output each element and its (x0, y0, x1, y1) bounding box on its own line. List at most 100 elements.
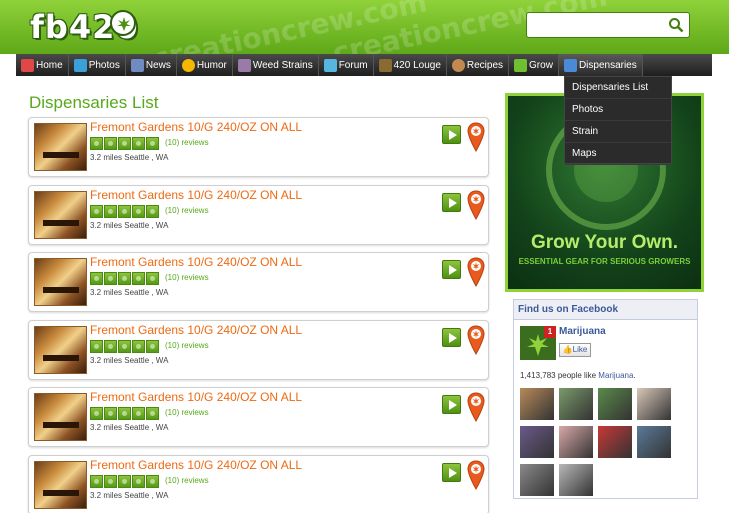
fan-avatar[interactable] (559, 464, 593, 496)
reviews-link[interactable]: (10) reviews (165, 273, 209, 282)
dispensary-listing[interactable]: Fremont Gardens 10/G 240/OZ ON ALL (10) r… (28, 454, 489, 513)
dispensary-thumbnail[interactable] (34, 123, 87, 171)
play-icon[interactable] (442, 327, 461, 347)
reviews-link[interactable]: (10) reviews (165, 408, 209, 417)
forum-icon (323, 58, 337, 72)
fan-avatar[interactable] (637, 426, 671, 458)
nav-item-forum[interactable]: Forum (319, 54, 374, 76)
reviews-link[interactable]: (10) reviews (165, 206, 209, 215)
rating-leaf-icon (104, 339, 117, 353)
dispensary-name[interactable]: Fremont Gardens 10/G 240/OZ ON ALL (90, 188, 302, 202)
reviews-link[interactable]: (10) reviews (165, 341, 209, 350)
dispensary-location: 3.2 miles Seattle , WA (90, 355, 169, 365)
fan-avatar[interactable] (598, 388, 632, 420)
reviews-link[interactable]: (10) reviews (165, 138, 209, 147)
play-icon[interactable] (442, 125, 461, 144)
dispensary-listing[interactable]: Fremont Gardens 10/G 240/OZ ON ALL (10) r… (28, 252, 489, 312)
dispensary-location: 3.2 miles Seattle , WA (90, 153, 169, 162)
nav-item-grow[interactable]: Grow (509, 54, 559, 76)
play-icon[interactable] (442, 462, 461, 482)
rating-leaf-icon (146, 272, 159, 285)
fan-avatar[interactable] (559, 388, 593, 420)
rating (90, 272, 160, 285)
dispensary-name[interactable]: Fremont Gardens 10/G 240/OZ ON ALL (90, 255, 302, 269)
lounge-icon (378, 58, 392, 72)
dispensary-thumbnail[interactable] (34, 393, 87, 441)
rating-leaf-icon (90, 339, 103, 353)
dispensary-thumbnail[interactable] (34, 258, 87, 306)
notification-badge: 1 (544, 326, 556, 338)
map-pin-icon[interactable] (467, 324, 485, 360)
fan-avatar[interactable] (559, 426, 593, 458)
dropdown-item-maps[interactable]: Maps (565, 143, 671, 165)
dispensary-listing[interactable]: Fremont Gardens 10/G 240/OZ ON ALL (10) r… (28, 387, 489, 447)
play-icon[interactable] (442, 395, 461, 414)
recipes-icon (451, 58, 465, 72)
dispensary-listing[interactable]: Fremont Gardens 10/G 240/OZ ON ALL (10) r… (28, 184, 489, 245)
rating-leaf-icon (90, 272, 103, 285)
rating-leaf-icon (118, 137, 131, 150)
nav-item-dispensaries[interactable]: Dispensaries (558, 54, 643, 76)
dropdown-item-dispensaries-list[interactable]: Dispensaries List (565, 77, 671, 99)
facebook-header: Find us on Facebook (514, 300, 697, 320)
reviews-link[interactable]: (10) reviews (165, 476, 209, 485)
dispensary-thumbnail[interactable] (34, 460, 87, 509)
rating-leaf-icon (104, 474, 117, 488)
play-icon[interactable] (442, 260, 461, 279)
dropdown-item-photos[interactable]: Photos (565, 99, 671, 121)
search-input[interactable] (527, 13, 667, 37)
rating-leaf-icon (132, 137, 145, 150)
fan-avatar[interactable] (637, 388, 671, 420)
rating-leaf-icon (118, 407, 131, 420)
nav-item-photos[interactable]: Photos (69, 54, 126, 76)
rating-leaf-icon (90, 137, 103, 150)
nav-item-home[interactable]: Home (16, 54, 69, 76)
facebook-like-count: 1,413,783 people like Marijuana. (520, 371, 636, 380)
main-nav: Home Photos News Humor Weed Strains Foru… (16, 54, 712, 76)
facebook-page-avatar[interactable]: 1 (520, 326, 556, 360)
map-pin-icon[interactable] (467, 189, 485, 225)
map-pin-icon[interactable] (467, 392, 485, 427)
rating-leaf-icon (132, 474, 145, 488)
search-icon[interactable] (668, 17, 684, 38)
facebook-like-button[interactable]: 👍Like (559, 343, 591, 357)
dispensary-name[interactable]: Fremont Gardens 10/G 240/OZ ON ALL (90, 323, 302, 337)
dropdown-item-strain[interactable]: Strain (565, 121, 671, 143)
nav-item-recipes[interactable]: Recipes (447, 54, 510, 76)
facebook-page-name[interactable]: Marijuana (559, 326, 606, 337)
dispensary-name[interactable]: Fremont Gardens 10/G 240/OZ ON ALL (90, 120, 302, 134)
nav-item-humor[interactable]: Humor (177, 54, 233, 76)
thumbs-up-icon: 👍 (562, 345, 573, 354)
nav-item-420-louge[interactable]: 420 Louge (374, 54, 447, 76)
rating-leaf-icon (146, 204, 159, 218)
fan-avatar[interactable] (520, 426, 554, 458)
page-title: Dispensaries List (29, 93, 159, 112)
site-header: creationcrew.com creationcrew.com fb420 (0, 0, 729, 76)
dispensary-listing[interactable]: Fremont Gardens 10/G 240/OZ ON ALL (10) r… (28, 117, 489, 177)
rating-leaf-icon (132, 407, 145, 420)
rating-leaf-icon (104, 272, 117, 285)
dispensary-thumbnail[interactable] (34, 190, 87, 239)
dispensary-thumbnail[interactable] (34, 325, 87, 374)
dispensary-name[interactable]: Fremont Gardens 10/G 240/OZ ON ALL (90, 458, 302, 472)
play-icon[interactable] (442, 192, 461, 212)
rating-leaf-icon (146, 137, 159, 150)
dispensary-location: 3.2 miles Seattle , WA (90, 220, 169, 230)
fan-avatar[interactable] (598, 426, 632, 458)
dispensary-location: 3.2 miles Seattle , WA (90, 490, 169, 500)
dispensaries-dropdown-menu: Dispensaries List Photos Strain Maps (564, 76, 672, 165)
grow-icon (514, 58, 528, 72)
map-pin-icon[interactable] (467, 122, 485, 157)
fan-avatar[interactable] (520, 464, 554, 496)
fan-avatar[interactable] (520, 388, 554, 420)
nav-item-news[interactable]: News (126, 54, 177, 76)
map-pin-icon[interactable] (467, 459, 485, 495)
map-pin-icon[interactable] (467, 257, 485, 292)
dispensary-listing[interactable]: Fremont Gardens 10/G 240/OZ ON ALL (10) r… (28, 319, 489, 380)
ad-subtitle: ESSENTIAL GEAR FOR SERIOUS GROWERS (518, 257, 691, 266)
dispensary-name[interactable]: Fremont Gardens 10/G 240/OZ ON ALL (90, 390, 302, 404)
nav-item-weed-strains[interactable]: Weed Strains (233, 54, 319, 76)
facebook-page-link[interactable]: Marijuana (598, 371, 633, 380)
leaf-logo-icon (110, 10, 136, 36)
rating-leaf-icon (132, 272, 145, 285)
